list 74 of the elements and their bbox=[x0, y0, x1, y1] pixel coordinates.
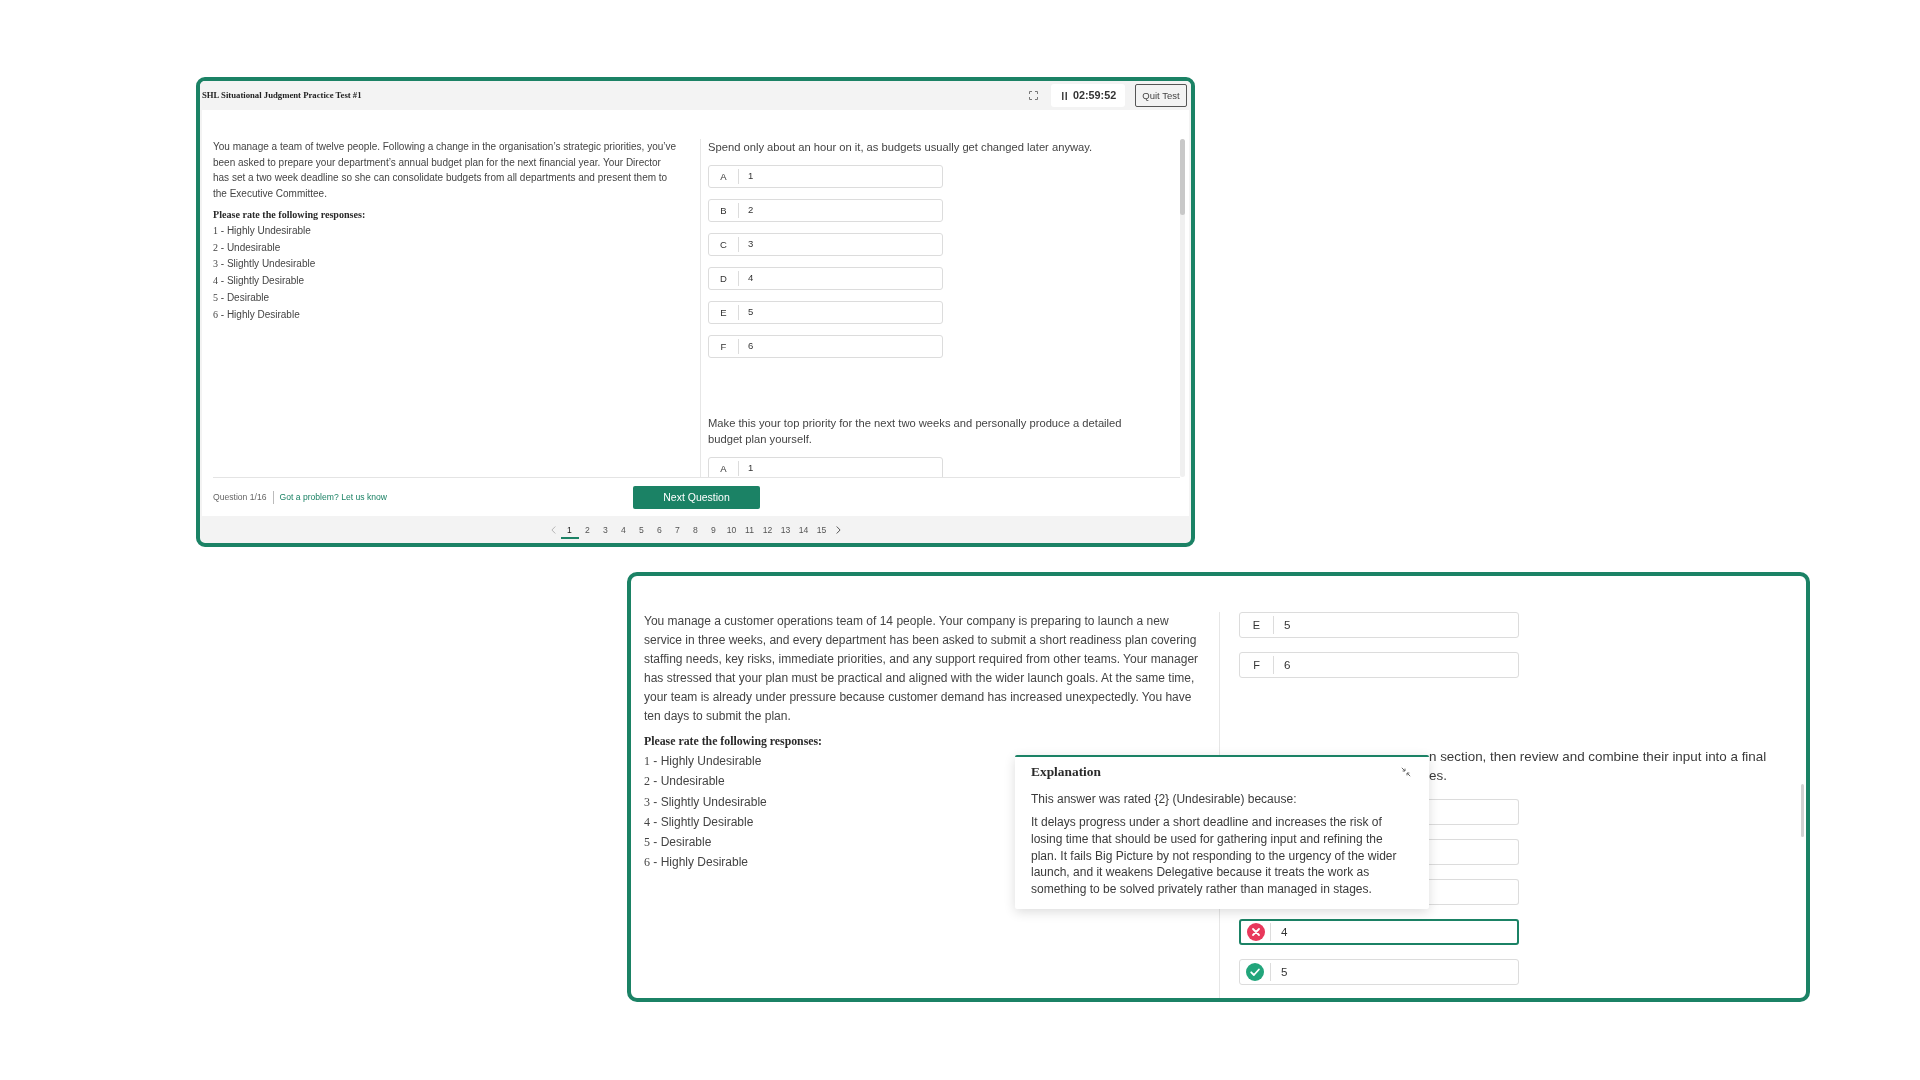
option-letter: D bbox=[720, 273, 727, 284]
question-counter: Question 1/16 bbox=[213, 490, 267, 504]
page-link[interactable]: 5 bbox=[632, 523, 651, 539]
page-link[interactable]: 11 bbox=[740, 523, 759, 539]
page-link[interactable]: 6 bbox=[650, 523, 669, 539]
rating-scale-item: 2 - Undesirable bbox=[644, 773, 725, 791]
rating-scale-item: 6 - Highly Desirable bbox=[644, 854, 749, 872]
page-link[interactable]: 7 bbox=[668, 523, 687, 539]
rating-field[interactable]: 6 bbox=[1274, 653, 1518, 677]
option-letter: A bbox=[720, 463, 727, 474]
page-link[interactable]: 15 bbox=[812, 523, 831, 539]
pause-icon bbox=[1062, 91, 1067, 100]
report-problem-link[interactable]: Got a problem? Let us know bbox=[279, 490, 387, 504]
rating-field[interactable]: 5 bbox=[1274, 613, 1518, 637]
rating-field[interactable]: 1 bbox=[739, 166, 942, 187]
rating-heading: Please rate the following responses: bbox=[644, 733, 823, 750]
rating-scale-item: 4 - Slightly Desirable bbox=[644, 813, 754, 831]
rating-field[interactable]: 6 bbox=[739, 336, 942, 357]
option-letter: B bbox=[720, 205, 727, 216]
chevron-right-icon[interactable] bbox=[835, 525, 841, 534]
page-link[interactable]: 2 bbox=[578, 523, 597, 539]
option-letter: A bbox=[720, 171, 727, 182]
statement-text: n section, then review and combine their input into a final bbox=[1429, 748, 1767, 766]
page-link[interactable]: 14 bbox=[794, 523, 813, 539]
scenario-text: You manage a team of twelve people. Following a change in the organisation’s strategic priorities, you’ve been asked to prepare your department’s annual budget plan for the next financial year. Your Director has set a two week deadline so she can consolidate budgets from all departments and present them to the Executive Committee. bbox=[213, 140, 678, 202]
rating-scale-item: 5 - Desirable bbox=[213, 291, 270, 305]
rating-field[interactable]: 4 bbox=[739, 268, 942, 289]
page-link[interactable]: 12 bbox=[758, 523, 777, 539]
rating-field[interactable]: 2 bbox=[739, 200, 942, 221]
rating-field[interactable]: 5 bbox=[1271, 960, 1518, 984]
quit-test-button[interactable]: Quit Test bbox=[1135, 84, 1187, 107]
page-link[interactable]: 13 bbox=[776, 523, 795, 539]
rating-scale-item: 1 - Highly Undesirable bbox=[644, 753, 762, 770]
rating-heading: Please rate the following responses: bbox=[213, 207, 366, 222]
statement-text: Spend only about an hour on it, as budgets usually get changed later anyway. bbox=[708, 140, 1093, 155]
rating-field[interactable]: 1 bbox=[739, 458, 942, 477]
explanation-summary: This answer was rated {2} (Undesirable) because: bbox=[1031, 791, 1297, 808]
page-link[interactable]: 9 bbox=[704, 523, 723, 539]
option-letter: E bbox=[720, 307, 727, 318]
statement-text: Make this your top priority for the next two weeks and personally produce a detailed budget plan yourself. bbox=[708, 416, 1123, 447]
explanation-text: It delays progress under a short deadline and increases the risk of losing time that should be used for gathering input and refining the plan. It fails Big Picture by not responding to the urgency of the wider launch, and it weakens Delegative because it treats the work as something to be solved privately rather than managed in stages. bbox=[1031, 814, 1398, 898]
rating-field[interactable] bbox=[1429, 839, 1519, 865]
rating-scale-item: 3 - Slightly Undesirable bbox=[213, 257, 316, 272]
next-question-button[interactable]: Next Question bbox=[633, 485, 760, 509]
rating-scale-item: 2 - Undesirable bbox=[213, 240, 281, 255]
rating-scale-item: 1 - Highly Undesirable bbox=[213, 223, 311, 238]
page-link[interactable]: 3 bbox=[596, 523, 615, 539]
page-link[interactable]: 1 bbox=[560, 523, 579, 539]
explanation-title: Explanation bbox=[1031, 764, 1101, 780]
timer-text: 02:59:52 bbox=[1073, 88, 1117, 104]
rating-field[interactable] bbox=[1429, 799, 1519, 825]
option-letter: C bbox=[720, 239, 727, 250]
option-letter: F bbox=[720, 341, 727, 352]
fullscreen-icon[interactable] bbox=[1029, 91, 1038, 100]
rating-field[interactable] bbox=[1429, 879, 1519, 905]
scrollbar-thumb[interactable] bbox=[1801, 784, 1804, 837]
rating-scale-item: 6 - Highly Desirable bbox=[213, 307, 300, 322]
page-link[interactable]: 10 bbox=[722, 523, 741, 539]
rating-field[interactable]: 3 bbox=[739, 234, 942, 255]
scrollbar-thumb[interactable] bbox=[1180, 139, 1185, 215]
option-letter: E bbox=[1252, 619, 1261, 631]
option-letter: F bbox=[1253, 659, 1260, 671]
rating-scale-item: 3 - Slightly Undesirable bbox=[644, 793, 767, 811]
scrollbar-track[interactable] bbox=[1180, 139, 1185, 477]
scenario-text: You manage a customer operations team of 14 people. Your company is preparing to launch a new service in three weeks, and every department has been asked to submit a short readiness plan covering staffing needs, key risks, immediate priorities, and any support required from other teams. Your manager has stressed that your plan must be practical and aligned with the wider launch goals. At the same time, your team is already under pressure because customer demand has increased unexpectedly. You have ten days to submit the plan. bbox=[644, 613, 1200, 725]
rating-scale-item: 5 - Desirable bbox=[644, 834, 712, 852]
page-link[interactable]: 4 bbox=[614, 523, 633, 539]
rating-field[interactable]: 5 bbox=[739, 302, 942, 323]
statement-text: es. bbox=[1429, 767, 1447, 785]
collapse-icon[interactable] bbox=[1401, 767, 1411, 777]
test-title: SHL Situational Judgment Practice Test #1 bbox=[202, 88, 362, 102]
page-link[interactable]: 8 bbox=[686, 523, 705, 539]
rating-field[interactable]: 4 bbox=[1271, 921, 1517, 943]
rating-scale-item: 4 - Slightly Desirable bbox=[213, 274, 305, 289]
